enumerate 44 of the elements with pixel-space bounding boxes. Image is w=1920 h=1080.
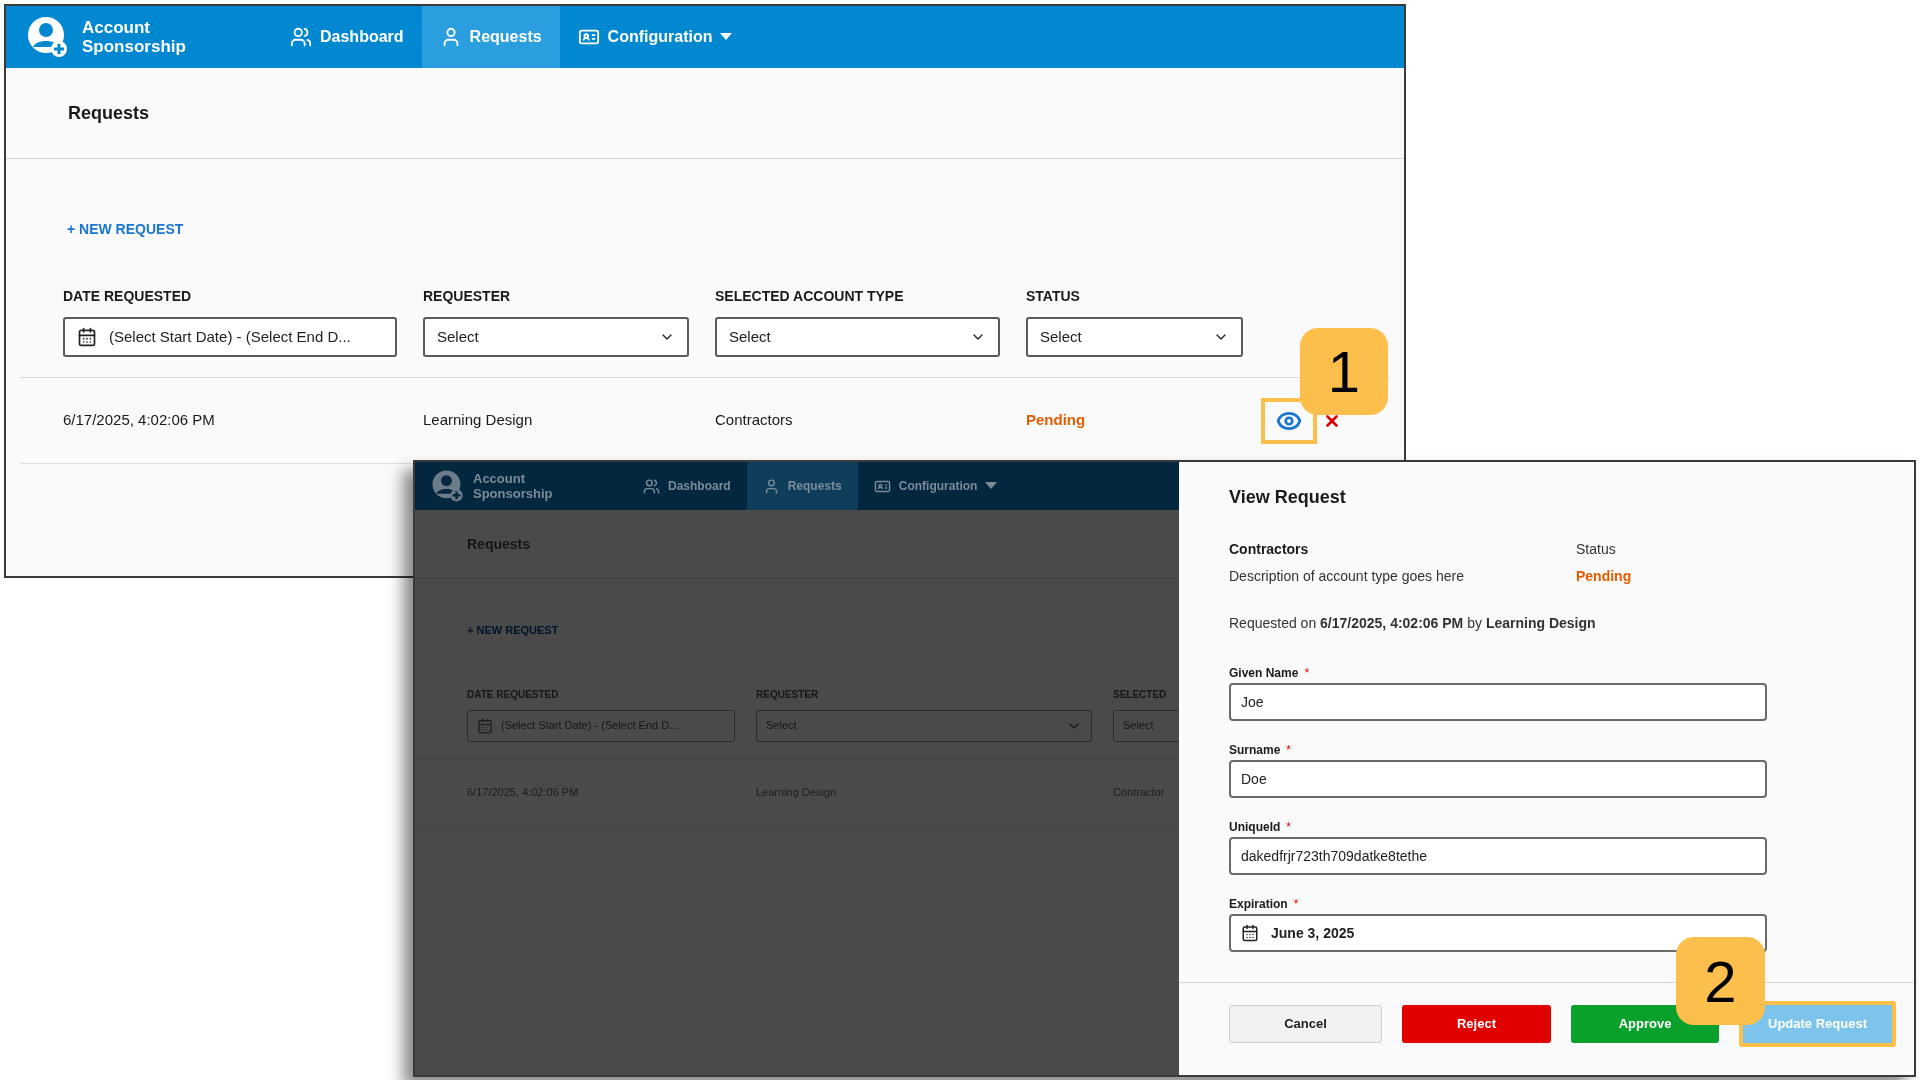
dialog-title: View Request (1229, 486, 1347, 509)
nav-tab[interactable]: Dashboard (627, 462, 747, 510)
date-field[interactable]: June 3, 2025 (1229, 914, 1767, 952)
field-label: Surname (1229, 742, 1281, 759)
nav-tab[interactable]: Requests (421, 6, 560, 68)
select-dropdown[interactable]: Select (423, 317, 689, 357)
status-label: Status (1576, 540, 1617, 559)
field-label: Given Name (1229, 665, 1299, 682)
required-mark: * (1286, 819, 1291, 836)
cancel-button[interactable]: Cancel (1229, 1005, 1382, 1043)
table-cell-text: 6/17/2025, 4:02:06 PM (63, 410, 216, 431)
account-type-name: Contractors (1229, 540, 1310, 559)
select-dropdown[interactable]: Select (715, 317, 1000, 357)
app-title: Account Sponsorship (82, 18, 187, 56)
nav-tab[interactable]: Configuration (559, 6, 751, 68)
new-request-link[interactable]: + NEW REQUEST (67, 219, 184, 240)
reject-button[interactable]: Reject (1402, 1005, 1551, 1043)
filter-label: REQUESTER (423, 287, 512, 306)
required-mark: * (1304, 665, 1310, 682)
requested-info: Requested on 6/17/2025, 4:02:06 PM by Learning Design (1229, 614, 1597, 633)
table-cell-text: Contractors (715, 410, 794, 431)
text-field[interactable]: Doe (1229, 760, 1767, 798)
nav-tab[interactable]: Dashboard (272, 6, 422, 68)
filter-label: STATUS (1026, 287, 1081, 306)
required-mark: * (1286, 742, 1292, 759)
page-title: Requests (68, 101, 150, 125)
filter-label: SELECTED ACCOUNT TYPE (715, 287, 905, 306)
field-label: Expiration (1229, 896, 1288, 913)
table-cell-text: Learning Design (423, 410, 534, 431)
select-dropdown[interactable]: Select (1026, 317, 1243, 357)
text-field[interactable]: Joe (1229, 683, 1767, 721)
text-field[interactable]: dakedfrjr723th709datke8tethe (1229, 837, 1767, 875)
account-type-description: Description of account type goes here (1229, 567, 1466, 586)
step-callout-tooltip: 1 (1300, 328, 1388, 415)
step-callout-tooltip: 2 (1676, 937, 1765, 1025)
app-title: Account Sponsorship (473, 471, 554, 501)
status-text: Pending (1576, 567, 1632, 586)
date-range-field[interactable]: (Select Start Date) - (Select End D... (63, 317, 397, 357)
required-mark: * (1293, 896, 1299, 913)
filter-label: DATE REQUESTED (63, 287, 193, 306)
nav-tab[interactable]: Configuration (857, 462, 1014, 510)
field-label: UniqueId (1229, 819, 1281, 836)
nav-tab[interactable]: Requests (746, 462, 858, 510)
status-text: Pending (1026, 410, 1087, 431)
